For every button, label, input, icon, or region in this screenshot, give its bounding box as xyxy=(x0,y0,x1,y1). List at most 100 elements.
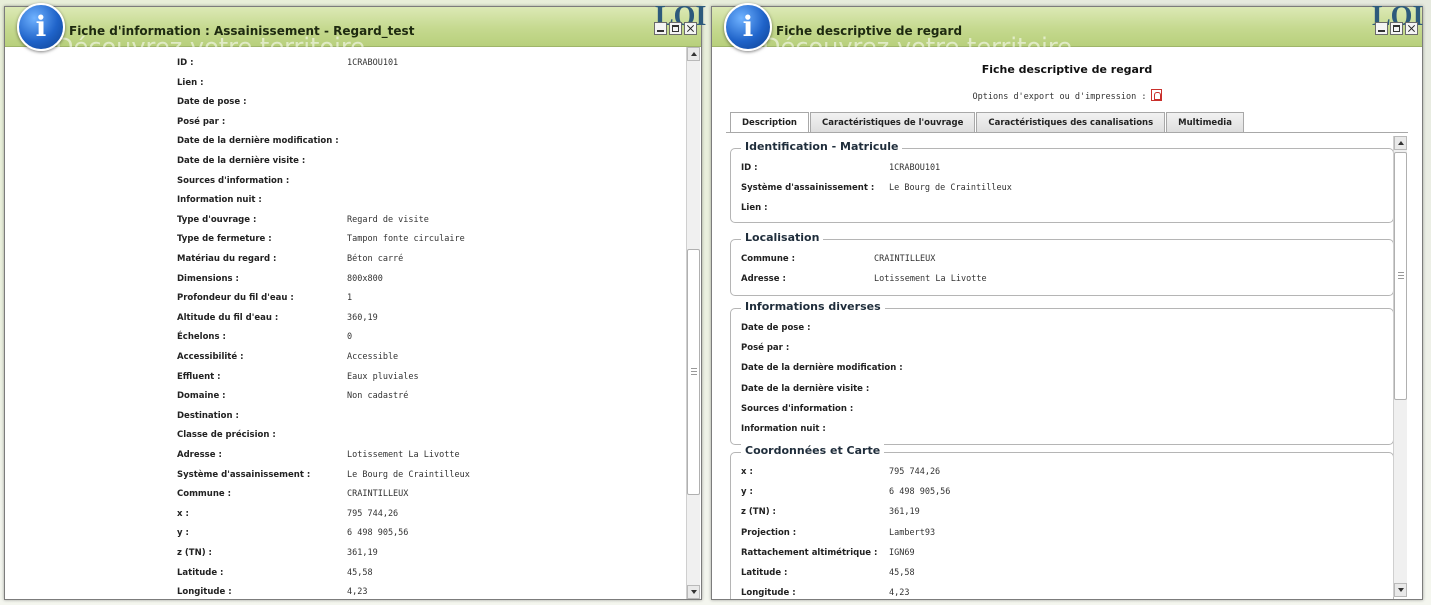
tab-canalisations[interactable]: Caractéristiques des canalisations xyxy=(976,112,1166,132)
attribute-row: Date de la dernière visite : xyxy=(5,152,665,172)
attribute-row: Date de la dernière modification : xyxy=(5,132,665,152)
scroll-down-button[interactable] xyxy=(1394,583,1407,597)
tab-description[interactable]: Description xyxy=(730,112,809,133)
attribute-label: Latitude : xyxy=(177,567,224,578)
attribute-value: Eaux pluviales xyxy=(347,371,419,382)
attribute-row: Posé par : xyxy=(5,113,665,133)
attribute-row: ID : 1CRABOU101 xyxy=(5,54,665,74)
info-icon: i xyxy=(17,3,65,51)
close-icon[interactable] xyxy=(684,22,697,35)
attribute-label: Domaine : xyxy=(177,391,226,402)
maximize-icon[interactable] xyxy=(669,22,682,35)
info-icon: i xyxy=(724,3,772,51)
attribute-row: Latitude : 45,58 xyxy=(5,564,665,584)
attribute-label: Effluent : xyxy=(177,371,221,382)
attribute-row: Type de fermeture : Tampon fonte circulai… xyxy=(5,230,665,250)
field-label: Longitude : xyxy=(741,588,796,599)
attribute-label: Longitude : xyxy=(177,587,232,598)
maximize-icon[interactable] xyxy=(1390,22,1403,35)
tab-bar: Description Caractéristiques de l'ouvrage… xyxy=(730,112,1245,133)
attribute-value: Lotissement La Livotte xyxy=(347,450,460,460)
attribute-label: Accessibilité : xyxy=(177,352,244,362)
attribute-row: Matériau du regard : Béton carré xyxy=(5,250,665,270)
field-row: x : 795 744,26 xyxy=(731,464,1381,482)
field-label: Commune : xyxy=(741,254,796,264)
attribute-row: Destination : xyxy=(5,407,665,427)
attribute-value: Non cadastré xyxy=(347,391,409,402)
field-value: 4,23 xyxy=(889,588,910,599)
field-value: CRAINTILLEUX xyxy=(874,254,936,264)
attribute-value: CRAINTILLEUX xyxy=(347,489,409,500)
attribute-row: Effluent : Eaux pluviales xyxy=(5,368,665,388)
attribute-label: Type de fermeture : xyxy=(177,234,272,245)
close-icon[interactable] xyxy=(1405,22,1418,35)
window-titlebar[interactable]: Découvrez votre territoire LOI Fiche d'i… xyxy=(5,1,706,61)
tab-multimedia[interactable]: Multimedia xyxy=(1166,112,1244,132)
minimize-icon[interactable] xyxy=(654,22,667,35)
attribute-value: 6 498 905,56 xyxy=(347,528,409,539)
attribute-value: 45,58 xyxy=(347,567,373,578)
attribute-row: Type d'ouvrage : Regard de visite xyxy=(5,211,665,231)
minimize-icon[interactable] xyxy=(1375,22,1388,35)
scroll-up-button[interactable] xyxy=(1394,136,1407,150)
field-label: Latitude : xyxy=(741,568,788,578)
field-row: Posé par : xyxy=(731,340,1381,358)
attribute-value: 1CRABOU101 xyxy=(347,58,399,68)
pdf-icon[interactable] xyxy=(1150,89,1162,101)
scroll-up-button[interactable] xyxy=(687,47,700,61)
scrollbar[interactable] xyxy=(686,47,700,599)
attribute-label: Altitude du fil d'eau : xyxy=(177,312,279,323)
attribute-row: Adresse : Lotissement La Livotte xyxy=(5,446,665,466)
field-value: 795 744,26 xyxy=(889,467,941,477)
attribute-row: Profondeur du fil d'eau : 1 xyxy=(5,289,665,309)
attribute-value: Béton carré xyxy=(347,254,404,264)
attribute-row: Dimensions : 800x800 xyxy=(5,270,665,290)
field-row: Lien : xyxy=(731,200,1381,218)
scroll-thumb[interactable] xyxy=(1394,152,1407,400)
field-row: Adresse : Lotissement La Livotte xyxy=(731,271,1381,289)
attribute-row: Commune : CRAINTILLEUX xyxy=(5,485,665,505)
scroll-down-button[interactable] xyxy=(687,585,700,599)
localisation-section: Localisation Commune : CRAINTILLEUX Adresse… xyxy=(730,231,1394,296)
attribute-row: Système d'assainissement : Le Bourg de Cr… xyxy=(5,466,665,486)
attribute-row: z (TN) : 361,19 xyxy=(5,544,665,564)
attribute-row: Accessibilité : Accessible xyxy=(5,348,665,368)
window-controls xyxy=(654,22,697,36)
attribute-row: Lien : xyxy=(5,74,665,94)
attribute-label: Commune : xyxy=(177,489,232,500)
sheet-heading: Fiche descriptive de regard xyxy=(981,63,1153,76)
attribute-label: Date de pose : xyxy=(177,97,247,108)
field-row: Longitude : 4,23 xyxy=(731,585,1381,599)
field-label: Date de pose : xyxy=(741,323,811,333)
info-window-right: Découvrez votre territoire LOI Fiche des… xyxy=(711,1,1423,600)
scrollbar[interactable] xyxy=(1393,136,1407,597)
field-label: Date de la dernière modification : xyxy=(741,363,903,374)
field-value: Lotissement La Livotte xyxy=(874,274,987,285)
attribute-value: Accessible xyxy=(347,352,399,362)
coordonnees-section: Coordonnées et Carte x : 795 744,26 y : 6 49… xyxy=(730,444,1394,599)
section-legend: Coordonnées et Carte xyxy=(741,444,885,457)
field-label: Lien : xyxy=(741,203,768,214)
scroll-thumb[interactable] xyxy=(687,249,700,495)
attribute-label: Type d'ouvrage : xyxy=(177,214,257,225)
field-label: Adresse : xyxy=(741,274,786,285)
informations-section: Informations diverses Date de pose : Posé … xyxy=(730,300,1394,445)
window-controls xyxy=(1375,22,1418,36)
attribute-label: y : xyxy=(177,528,189,539)
window-titlebar[interactable]: Découvrez votre territoire LOI Fiche des… xyxy=(712,1,1423,61)
attribute-label: Profondeur du fil d'eau : xyxy=(177,293,294,304)
field-row: ID : 1CRABOU101 xyxy=(731,160,1381,178)
tab-ouvrage[interactable]: Caractéristiques de l'ouvrage xyxy=(809,112,976,132)
attribute-row: Domaine : Non cadastré xyxy=(5,387,665,407)
attribute-list: ID : 1CRABOU101 Lien : Date de pose : Posé p… xyxy=(5,54,685,599)
attribute-value: 1 xyxy=(347,293,353,304)
field-label: Rattachement altimétrique : xyxy=(741,547,878,558)
field-label: Projection : xyxy=(741,527,797,538)
attribute-value: 360,19 xyxy=(347,312,378,323)
field-row: Date de pose : xyxy=(731,320,1381,338)
field-value: 45,58 xyxy=(889,568,915,578)
field-row: y : 6 498 905,56 xyxy=(731,484,1381,502)
attribute-label: Dimensions : xyxy=(177,273,239,284)
section-legend: Identification - Matricule xyxy=(741,140,903,153)
field-row: Date de la dernière modification : xyxy=(731,360,1381,378)
